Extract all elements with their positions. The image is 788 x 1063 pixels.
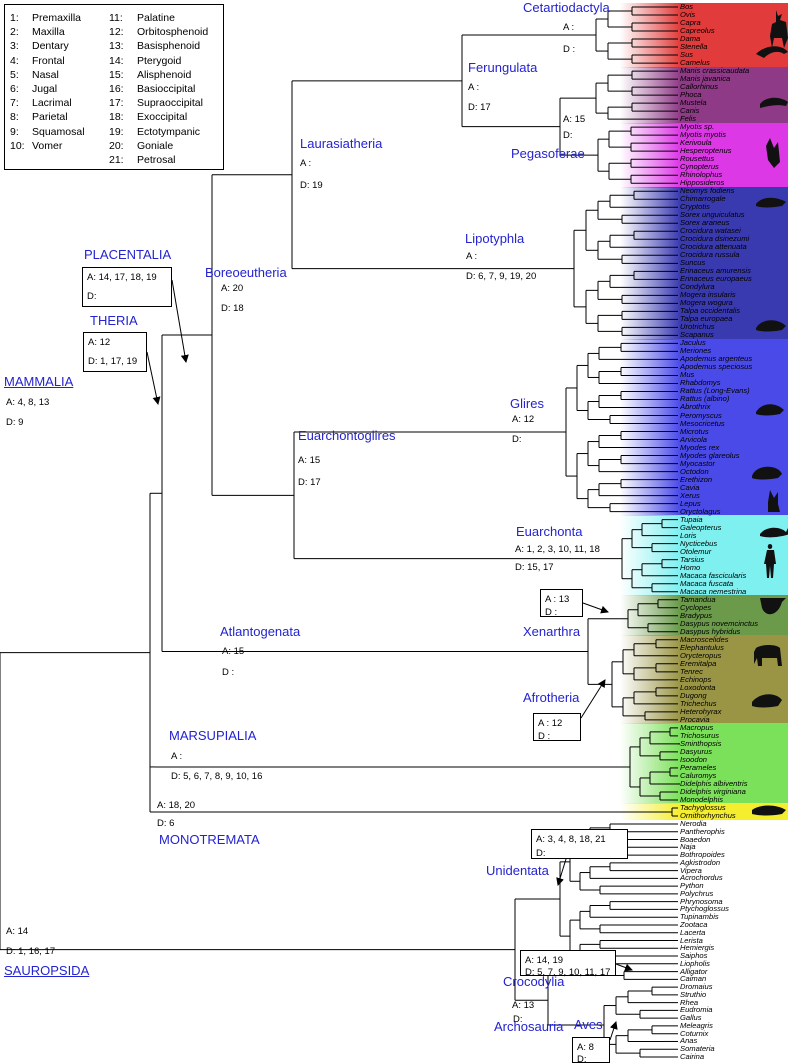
mole-icon [756,320,786,332]
rabbit-icon [768,490,780,512]
elephant-icon [754,645,782,666]
human-icon [764,544,776,578]
ferret-icon [760,97,788,108]
hedgehog-icon [752,466,782,480]
manatee-icon [752,694,782,708]
deer-icon [770,10,788,48]
shrew-icon [756,197,786,208]
tree-shrew-icon [760,527,788,538]
phylogeny-figure: Bos Ovis Capra Capreolus Dama Stenella Sus Came… [0,0,788,1063]
platypus-icon [752,805,786,816]
sloth-icon [760,598,786,615]
rat-icon [756,404,784,416]
bat-icon [766,138,780,168]
silhouettes [752,10,788,816]
dolphin-icon [756,46,788,58]
